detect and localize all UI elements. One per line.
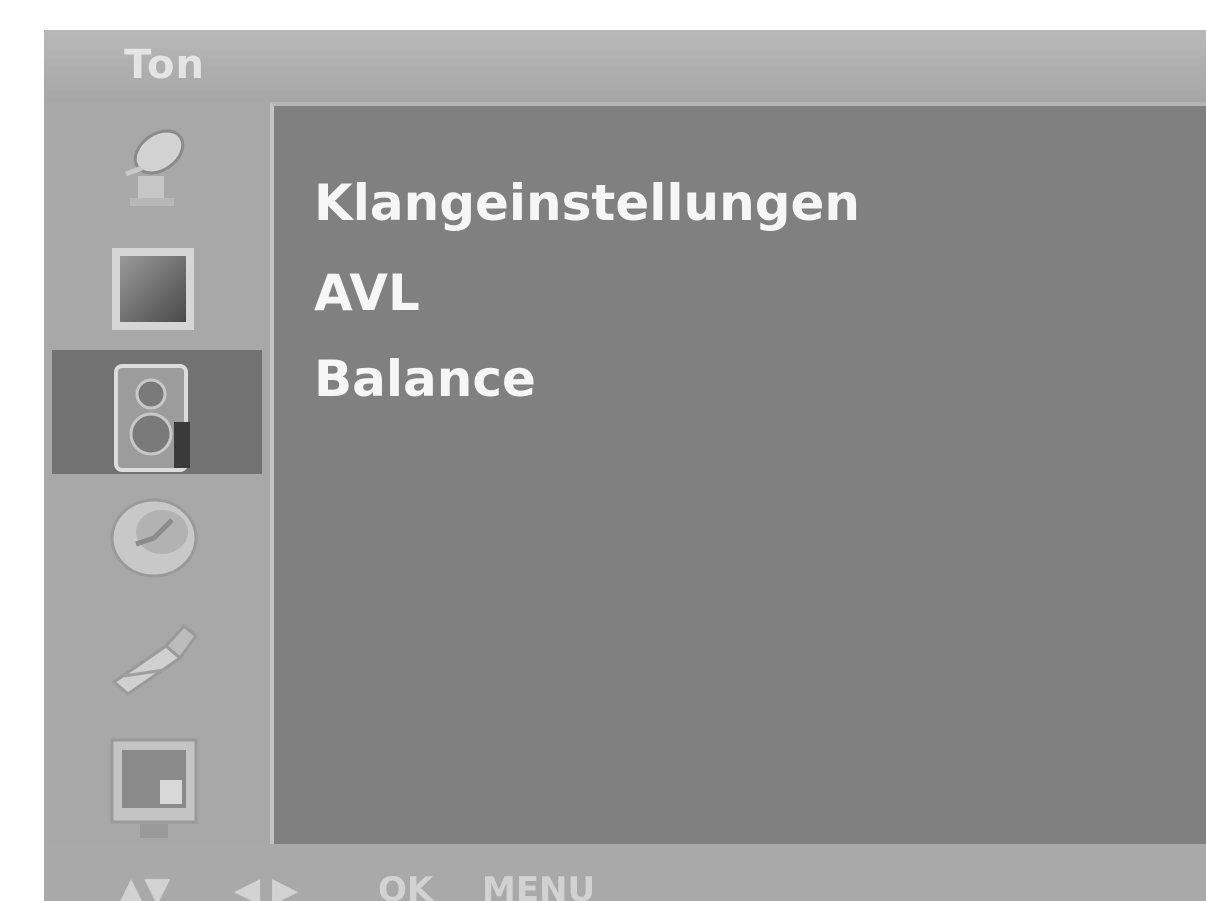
sidebar-item-screen[interactable]: [52, 722, 262, 846]
sidebar-item-special[interactable]: [52, 598, 262, 722]
sidebar-item-picture[interactable]: [52, 226, 262, 350]
ok-hint: OK: [378, 870, 434, 901]
screen-icon: [110, 738, 198, 838]
key-hint-bar: ▲▼ ◀ ▶ OK MENU: [44, 844, 1206, 901]
sidebar-item-time[interactable]: [52, 474, 262, 598]
satellite-dish-icon: [125, 129, 185, 206]
menu-item-balance[interactable]: Balance: [314, 350, 536, 408]
menu-item-klangeinstellungen[interactable]: Klangeinstellungen: [314, 174, 860, 232]
submenu-panel: Klangeinstellungen AVL Balance: [270, 102, 1206, 844]
clock-icon: [110, 498, 198, 578]
updown-arrows-hint: ▲▼: [118, 870, 171, 901]
title-bar: Ton: [44, 30, 1206, 102]
picture-icon: [112, 248, 194, 330]
menu-item-avl[interactable]: AVL: [314, 264, 420, 322]
menu-title: Ton: [124, 42, 205, 88]
tools-icon: [111, 623, 199, 696]
menu-hint: MENU: [482, 870, 596, 901]
leftright-arrows-hint: ◀ ▶: [234, 870, 299, 901]
sidebar-item-station[interactable]: [52, 102, 262, 226]
sidebar: [44, 102, 270, 844]
sidebar-item-sound[interactable]: [52, 350, 262, 474]
tv-osd-menu: Ton Klangeinstellungen AVL Balance ▲▼ ◀ …: [44, 30, 1206, 901]
speaker-icon: [114, 364, 190, 472]
